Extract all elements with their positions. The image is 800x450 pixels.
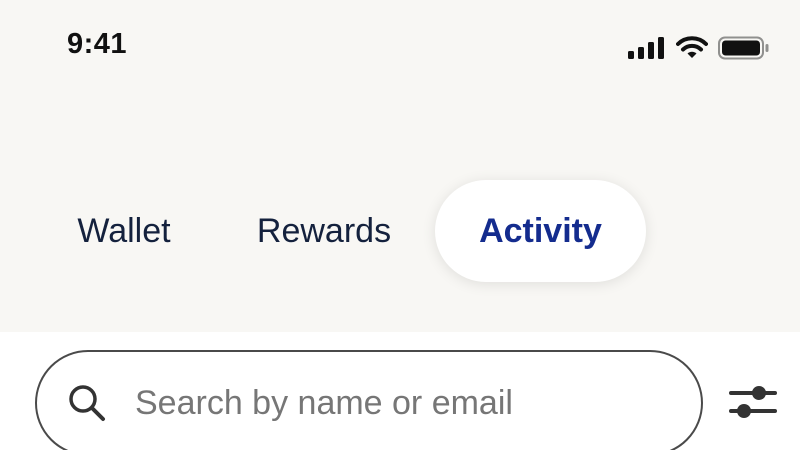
filter-button[interactable] xyxy=(727,380,779,426)
search-input[interactable] xyxy=(135,376,675,430)
wifi-icon xyxy=(676,36,708,60)
header-area: 9:41 Wallet Rewards Activity xyxy=(0,0,800,332)
tab-activity[interactable]: Activity xyxy=(435,180,646,282)
cellular-signal-icon xyxy=(628,37,666,59)
search-box[interactable] xyxy=(35,350,703,450)
app-screen: 9:41 Wallet Rewards Activity Search by n… xyxy=(0,0,800,450)
battery-icon xyxy=(718,36,770,60)
status-time: 9:41 xyxy=(67,28,128,60)
search-icon xyxy=(67,383,107,423)
sliders-icon xyxy=(727,386,779,430)
tab-wallet[interactable]: Wallet xyxy=(36,180,212,282)
status-icons xyxy=(628,34,770,62)
tab-rewards[interactable]: Rewards xyxy=(228,180,420,282)
